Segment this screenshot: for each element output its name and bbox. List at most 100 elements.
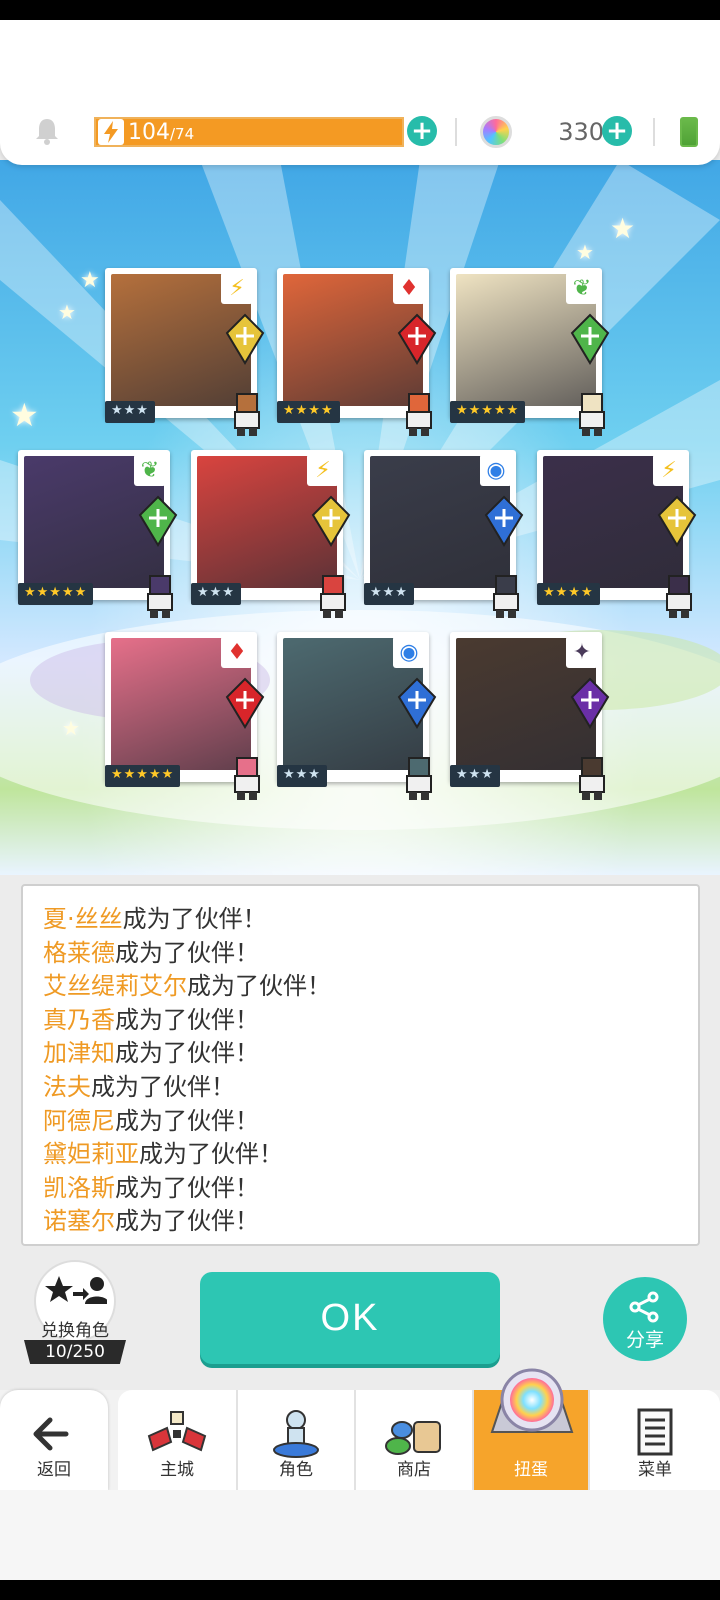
rarity-stars: ★★★★: [537, 583, 600, 605]
character-card[interactable]: ❦ ★★★★★: [18, 450, 178, 618]
log-line: 凯洛斯成为了伙伴！: [23, 1172, 698, 1206]
nav-menu[interactable]: 菜单: [590, 1390, 720, 1490]
lightning-crystal-icon: [225, 313, 265, 365]
nav-gacha-label: 扭蛋: [514, 1460, 548, 1480]
nav-footer-space: [0, 1490, 720, 1580]
earth-crystal-icon: [570, 313, 610, 365]
sparkle-star-icon: ★: [10, 396, 39, 434]
log-line: 加津知成为了伙伴！: [23, 1037, 698, 1071]
character-name: 黛妲莉亚: [43, 1140, 139, 1169]
exchange-character-button[interactable]: 兑换角色 10/250: [24, 1260, 126, 1370]
notification-bell-icon[interactable]: [32, 116, 62, 146]
pixel-sprite-icon: [406, 393, 432, 436]
character-name: 阿德尼: [43, 1106, 115, 1135]
log-suffix: 成为了伙伴！: [115, 1106, 259, 1135]
menu-icon: [637, 1408, 673, 1456]
nav-back[interactable]: 返回: [0, 1390, 108, 1490]
log-suffix: 成为了伙伴！: [115, 1207, 259, 1236]
sparkle-star-icon: ★: [576, 240, 594, 264]
character-name: 真乃香: [43, 1005, 115, 1034]
fire-crystal-icon: [225, 677, 265, 729]
divider: [455, 118, 457, 146]
log-line: 格莱德成为了伙伴！: [23, 937, 698, 971]
earth-element-icon: ❦: [566, 272, 598, 304]
character-card[interactable]: ⚡ ★★★★: [537, 450, 697, 618]
gem-count: 330: [558, 118, 604, 146]
earth-element-icon: ❦: [134, 454, 166, 486]
rarity-stars: ★★★: [105, 401, 155, 423]
shop-icon: [385, 1421, 441, 1455]
nav-gacha[interactable]: 扭蛋: [474, 1368, 590, 1490]
log-suffix: 成为了伙伴！: [115, 1005, 259, 1034]
sparkle-star-icon: ★: [610, 212, 636, 245]
log-line: 艾丝缇莉艾尔成为了伙伴！: [23, 970, 698, 1004]
character-name: 诺塞尔: [43, 1207, 115, 1236]
character-name: 格莱德: [43, 938, 115, 967]
pixel-sprite-icon: [406, 757, 432, 800]
pixel-sprite-icon: [579, 393, 605, 436]
castle-icon: [147, 1411, 207, 1452]
pixel-sprite-icon: [579, 757, 605, 800]
nav-castle[interactable]: 主城: [118, 1390, 238, 1490]
exchange-label: 兑换角色: [41, 1321, 109, 1341]
character-name: 夏·丝丝: [43, 905, 123, 933]
recruit-log-list: 夏·丝丝成为了伙伴！ 格莱德成为了伙伴！ 艾丝缇莉艾尔成为了伙伴！ 真乃香成为了伙伴！…: [23, 886, 698, 1239]
rarity-stars: ★★★: [364, 583, 414, 605]
rarity-stars: ★★★: [277, 765, 327, 787]
rainbow-gem-icon: [480, 116, 512, 148]
log-suffix: 成为了伙伴！: [115, 938, 259, 967]
bottom-nav: 返回 主城 角色 商店 扭蛋 菜单: [0, 1368, 720, 1490]
character-card[interactable]: ✦ ★★★: [450, 632, 610, 800]
pixel-sprite-icon: [234, 393, 260, 436]
add-gems-button[interactable]: +: [602, 116, 632, 146]
sparkle-star-icon: ★: [80, 268, 100, 293]
log-line: 诺塞尔成为了伙伴！: [23, 1205, 698, 1239]
log-line: 阿德尼成为了伙伴！: [23, 1105, 698, 1139]
rarity-stars: ★★★★★: [105, 765, 181, 787]
character-card[interactable]: ♦ ★★★★★: [105, 632, 265, 800]
share-button[interactable]: 分享: [603, 1277, 687, 1361]
character-card[interactable]: ◉ ★★★: [364, 450, 524, 618]
exchange-count: 10/250: [24, 1340, 126, 1364]
nav-menu-label: 菜单: [638, 1460, 672, 1480]
character-card[interactable]: ❦ ★★★★★: [450, 268, 610, 436]
energy-value: 104/74: [128, 119, 195, 145]
divider: [653, 118, 655, 146]
sparkle-star-icon: ★: [62, 716, 80, 740]
sparkle-star-icon: ★: [58, 300, 76, 324]
log-suffix: 成为了伙伴！: [91, 1072, 235, 1101]
character-card[interactable]: ⚡ ★★★: [191, 450, 351, 618]
log-line: 真乃香成为了伙伴！: [23, 1004, 698, 1038]
character-card[interactable]: ◉ ★★★: [277, 632, 437, 800]
water-crystal-icon: [397, 677, 437, 729]
character-card[interactable]: ⚡ ★★★: [105, 268, 265, 436]
fire-element-icon: ♦: [393, 272, 425, 304]
lightning-crystal-icon: [657, 495, 697, 547]
log-suffix: 成为了伙伴！: [115, 1039, 259, 1068]
energy-bolt-icon: [98, 119, 124, 145]
character-name: 加津知: [43, 1039, 115, 1068]
energy-bar: 104/74: [94, 117, 404, 147]
character-card[interactable]: ♦ ★★★★: [277, 268, 437, 436]
ok-button[interactable]: OK: [200, 1272, 500, 1364]
status-bar: [0, 0, 720, 20]
share-label: 分享: [625, 1329, 664, 1351]
rarity-stars: ★★★★★: [450, 401, 526, 423]
character-name: 法夫: [43, 1072, 91, 1101]
log-line: 黛妲莉亚成为了伙伴！: [23, 1138, 698, 1172]
nav-castle-label: 主城: [160, 1460, 194, 1480]
pixel-sprite-icon: [493, 575, 519, 618]
log-suffix: 成为了伙伴！: [115, 1173, 259, 1202]
water-element-icon: ◉: [480, 454, 512, 486]
pixel-sprite-icon: [666, 575, 692, 618]
nav-character[interactable]: 角色: [238, 1390, 356, 1490]
log-suffix: 成为了伙伴！: [122, 905, 267, 933]
add-energy-button[interactable]: +: [407, 116, 437, 146]
lightning-element-icon: ⚡: [307, 454, 339, 486]
nav-shop[interactable]: 商店: [356, 1390, 474, 1490]
dark-crystal-icon: [570, 677, 610, 729]
gacha-icon: [490, 1368, 574, 1433]
lightning-crystal-icon: [311, 495, 351, 547]
pixel-sprite-icon: [320, 575, 346, 618]
rarity-stars: ★★★: [191, 583, 241, 605]
